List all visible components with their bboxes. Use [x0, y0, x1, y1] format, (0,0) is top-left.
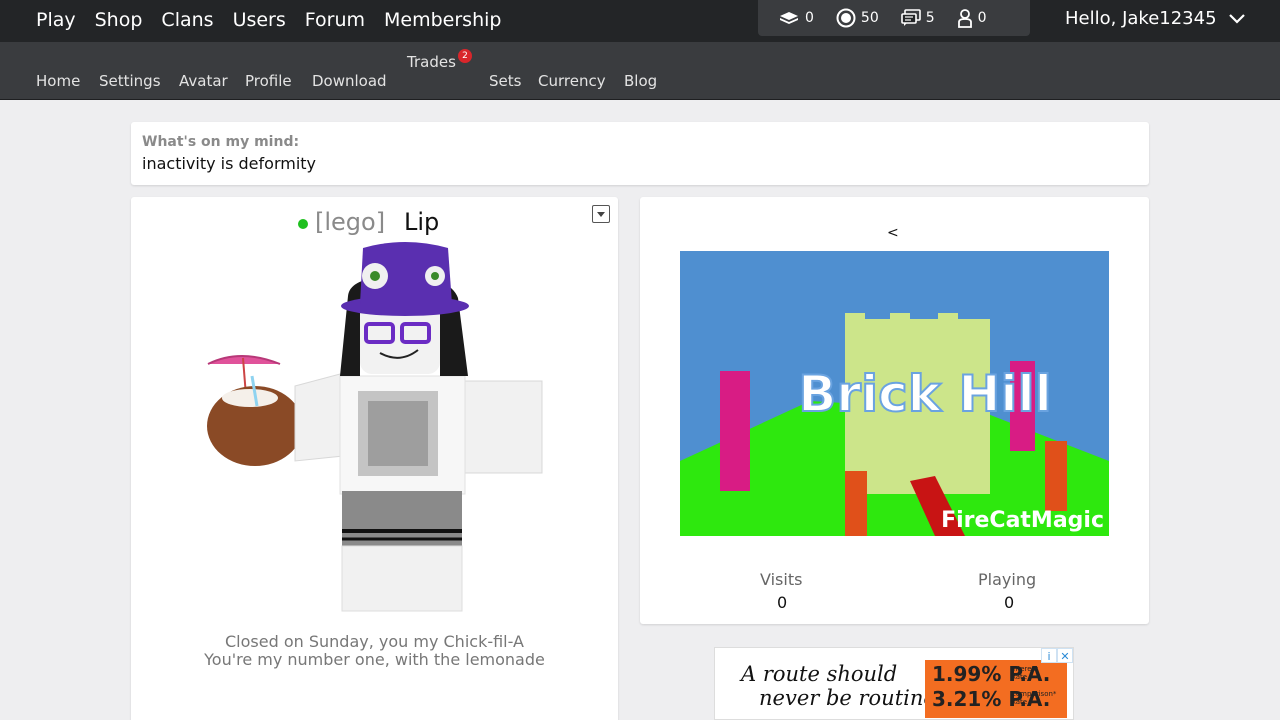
- visits-value: 0: [777, 593, 788, 612]
- chevron-down-icon: [1228, 13, 1245, 24]
- thumbnail-title: Brick Hill: [798, 365, 1051, 423]
- clan-tag[interactable]: [lego]: [315, 208, 385, 236]
- ad-rate-2-note-line-1: Comparison*: [1011, 690, 1057, 698]
- bits-stat[interactable]: 50: [836, 8, 879, 28]
- secondary-navbar: [0, 42, 1280, 100]
- user-icon: [957, 9, 972, 28]
- friend-requests-count: 0: [977, 10, 987, 26]
- advertisement[interactable]: A route should never be routine. 1.99% P…: [714, 647, 1074, 720]
- subnav-profile[interactable]: Profile: [245, 72, 292, 90]
- main-nav: Play Shop Clans Users Forum Membership: [36, 8, 520, 32]
- bio-line-2: You're my number one, with the lemonade: [204, 650, 545, 669]
- visits-label: Visits: [760, 570, 803, 589]
- subnav-blog[interactable]: Blog: [624, 72, 657, 90]
- ad-rate-2-note: Comparison* Rate: [1011, 690, 1056, 706]
- status-text: inactivity is deformity: [142, 154, 317, 173]
- thumbnail-author: FireCatMagic: [941, 508, 1104, 533]
- avatar-image: [207, 242, 543, 612]
- subnav-avatar[interactable]: Avatar: [179, 72, 228, 90]
- messages-stat[interactable]: 5: [900, 9, 935, 27]
- caret-down-icon: [597, 212, 605, 217]
- nav-users[interactable]: Users: [233, 8, 286, 32]
- messages-icon: [900, 9, 921, 26]
- user-menu[interactable]: Hello, Jake12345: [1065, 8, 1245, 29]
- ad-rate-1-note-line-1: Interest: [1011, 665, 1038, 673]
- ad-close-icon[interactable]: ✕: [1057, 648, 1073, 663]
- subnav-home[interactable]: Home: [36, 72, 80, 90]
- bio-line-1: Closed on Sunday, you my Chick-fil-A: [225, 632, 524, 651]
- online-status-dot: [298, 219, 308, 229]
- coin-icon: [836, 8, 856, 28]
- ad-controls: i ✕: [1041, 648, 1073, 663]
- playing-value: 0: [1004, 593, 1015, 612]
- game-thumbnail[interactable]: Brick Hill FireCatMagic: [680, 251, 1109, 536]
- subnav-currency[interactable]: Currency: [538, 72, 606, 90]
- bits-count: 50: [860, 10, 879, 26]
- ad-rate-2-note-line-2: Rate: [1011, 698, 1028, 706]
- greeting: Hello, Jake12345: [1065, 8, 1217, 29]
- bricks-stat[interactable]: 0: [778, 10, 814, 26]
- friends-stat[interactable]: 0: [957, 8, 987, 28]
- ad-line-2: never be routine.: [759, 686, 943, 710]
- playing-label: Playing: [978, 570, 1037, 589]
- brick-icon: [780, 12, 798, 24]
- ad-info-icon[interactable]: i: [1041, 648, 1057, 663]
- subnav-sets[interactable]: Sets: [489, 72, 521, 90]
- status-card: What's on my mind: inactivity is deformi…: [131, 122, 1149, 185]
- top-navbar: Play Shop Clans Users Forum Membership 0…: [0, 0, 1280, 42]
- nav-forum[interactable]: Forum: [305, 8, 365, 32]
- profile-username: Lip: [404, 208, 440, 236]
- status-label: What's on my mind:: [142, 134, 300, 150]
- ad-rate-1-note-line-2: Rate: [1011, 673, 1028, 681]
- trades-badge: 2: [458, 49, 472, 63]
- nav-shop[interactable]: Shop: [95, 8, 143, 32]
- previous-game-button[interactable]: <: [887, 225, 899, 241]
- nav-membership[interactable]: Membership: [384, 8, 501, 32]
- nav-clans[interactable]: Clans: [161, 8, 213, 32]
- bricks-count: 0: [805, 10, 814, 26]
- subnav-settings[interactable]: Settings: [99, 72, 161, 90]
- profile-options-button[interactable]: [592, 205, 610, 223]
- messages-count: 5: [925, 10, 935, 26]
- ad-rate-1-note: Interest Rate: [1011, 665, 1038, 681]
- profile-bio: Closed on Sunday, you my Chick-fil-A You…: [131, 633, 618, 669]
- nav-play[interactable]: Play: [36, 8, 76, 32]
- subnav-download[interactable]: Download: [312, 72, 387, 90]
- currency-stats: 0 50 5 0: [758, 0, 1030, 36]
- ad-line-1: A route should: [741, 662, 898, 686]
- ad-rates-box: 1.99% P.A. Interest Rate 3.21% P.A. Compa…: [925, 660, 1067, 718]
- subnav-trades[interactable]: Trades: [407, 53, 456, 71]
